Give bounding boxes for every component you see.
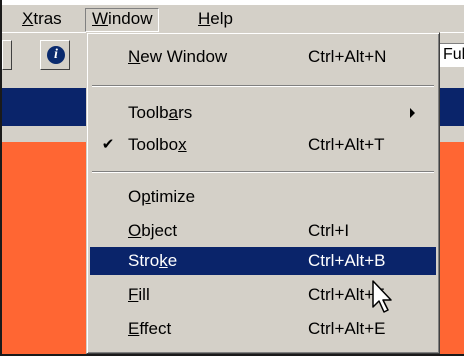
frame-border-left	[0, 0, 2, 356]
menu-item-label: Stroke	[128, 247, 177, 275]
menu-bar: Xtras Window Help	[2, 4, 464, 33]
menu-item-label: Effect	[128, 315, 171, 343]
info-icon: i	[47, 46, 65, 64]
menu-xtras-label-post: tras	[33, 9, 62, 28]
menu-window-mnemonic: W	[92, 9, 109, 28]
label-mnemonic: a	[168, 103, 179, 122]
label-mnemonic: k	[159, 251, 168, 270]
label-pre: Stro	[128, 251, 160, 270]
submenu-arrow-icon	[410, 108, 415, 118]
menu-item-new-window[interactable]: New Window Ctrl+Alt+N	[90, 43, 436, 71]
menu-item-shortcut: Ctrl+Alt+B	[308, 251, 386, 270]
menu-item-optimize[interactable]: Optimize	[90, 183, 436, 211]
menu-help-mnemonic: H	[198, 9, 211, 28]
cursor-icon	[372, 280, 392, 313]
menu-separator	[92, 171, 434, 173]
label-post: rs	[178, 103, 193, 122]
menu-xtras[interactable]: Xtras	[16, 8, 68, 30]
check-icon: ✔	[101, 136, 115, 153]
menu-item-object[interactable]: Object Ctrl+I	[90, 217, 436, 245]
label-mnemonic: E	[128, 319, 140, 338]
label-post: timize	[150, 187, 196, 206]
menu-item-toolbars[interactable]: Toolbars	[90, 99, 436, 127]
label-post: ew Window	[140, 47, 228, 66]
menu-help-label-post: elp	[210, 9, 233, 28]
label-post: bject	[141, 221, 178, 240]
label-mnemonic: F	[128, 285, 139, 304]
toolbar-button-partial[interactable]	[2, 40, 12, 70]
menu-item-shortcut: Ctrl+Alt+T	[308, 135, 385, 154]
label-mnemonic: N	[128, 47, 141, 66]
menu-item-stroke[interactable]: Stroke Ctrl+Alt+B	[90, 247, 436, 275]
label-mnemonic: x	[178, 135, 187, 154]
label-post: e	[167, 251, 178, 270]
menu-item-label: Optimize	[128, 183, 195, 211]
menu-xtras-mnemonic: X	[22, 9, 34, 28]
menu-item-label: Toolbars	[128, 99, 192, 127]
menu-separator	[92, 85, 434, 87]
menu-help[interactable]: Help	[192, 8, 239, 30]
window-menu-dropdown: New Window Ctrl+Alt+N Toolbars ✔ Toolbox…	[86, 32, 440, 354]
menu-item-label: Fill	[128, 281, 150, 309]
label-pre: Toolb	[128, 103, 169, 122]
menu-item-label: New Window	[128, 43, 227, 71]
toolbar-field[interactable]: Ful	[438, 43, 464, 67]
menu-item-effect[interactable]: Effect Ctrl+Alt+E	[90, 315, 436, 343]
menu-item-shortcut: Ctrl+I	[308, 221, 350, 240]
menu-item-shortcut: Ctrl+Alt+N	[308, 47, 387, 66]
menu-item-label: Toolbox	[128, 131, 187, 159]
label-mnemonic: p	[141, 187, 151, 206]
menu-window[interactable]: Window	[85, 8, 160, 32]
info-button[interactable]: i	[40, 40, 70, 70]
label-post: ill	[138, 285, 150, 304]
menu-window-label-post: indow	[108, 9, 153, 28]
menu-item-shortcut: Ctrl+Alt+E	[308, 319, 386, 338]
label-pre: O	[128, 187, 142, 206]
menu-item-toolbox[interactable]: ✔ Toolbox Ctrl+Alt+T	[90, 131, 436, 159]
label-pre: Toolbo	[128, 135, 179, 154]
menu-item-label: Object	[128, 217, 177, 245]
label-mnemonic: O	[128, 221, 142, 240]
canvas-left-area	[2, 142, 78, 354]
label-post: ffect	[139, 319, 172, 338]
